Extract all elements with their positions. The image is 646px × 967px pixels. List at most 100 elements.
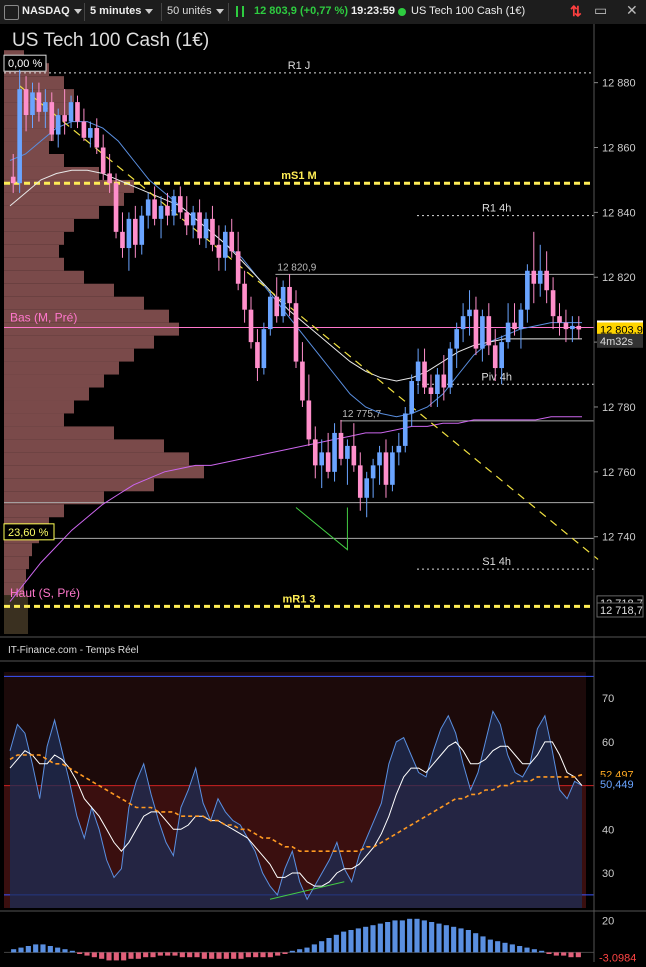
units-select[interactable]: 50 unités [167,5,224,17]
histogram-bar [143,952,149,958]
histogram-bar [33,944,39,953]
histogram-bar [47,946,53,953]
histogram-bar [399,920,405,953]
histogram-bar [187,952,193,958]
candle-body [43,102,48,112]
histogram-bar [451,926,457,953]
candle-body [460,316,466,330]
histogram-bar [179,952,185,958]
candle-body [525,270,530,310]
candle-body [415,361,421,382]
histogram-bar [128,952,134,959]
candle-body [454,329,459,349]
price-tick-label: 12 840 [602,207,636,219]
histogram-bar [561,952,567,956]
timeframe-select[interactable]: 5 minutes [90,5,154,17]
histogram-bar [392,920,398,953]
candle-body [486,316,492,346]
pivot-level-label: Piv 4h [481,371,512,383]
candle-body [133,218,138,245]
volume-profile-bar [4,322,179,336]
candle-body [570,325,575,330]
pivot-level-label: S1 4h [482,556,511,568]
candle-body [152,199,157,219]
market-label: NASDAQ [22,5,70,17]
histogram-bar [260,952,266,958]
candle-body [255,342,260,369]
histogram-bar [517,946,523,953]
pivot-level-label: R1 J [288,60,311,72]
watermark: IT-Finance.com - Temps Réel [8,645,138,656]
quote-time: 19:23:59 [351,5,396,17]
close-icon[interactable]: ✕ [626,2,638,19]
candle-body [550,290,556,317]
candle-body [55,115,61,135]
histogram-bar [304,947,310,953]
candle-body [351,445,357,466]
candle-body [325,452,331,472]
price-tag-label: 12 718,7 [600,605,643,617]
last-price: 12 803,9 [254,5,297,17]
histogram-bar [62,949,68,953]
histogram-bar [487,939,493,953]
candle-body [383,452,389,485]
volume-profile-bar [4,128,54,142]
timeframe-label: 5 minutes [90,5,142,17]
histogram-bar [91,952,97,958]
price-tick-label: 12 780 [602,402,636,414]
candle-body [229,231,235,252]
oscillator-tick-label: 60 [602,737,614,749]
support-line-label: 12 820,9 [277,262,316,273]
candle-body [30,92,35,116]
minimize-icon[interactable]: ▭ [594,2,607,19]
candle-body [242,283,247,310]
histogram-bar [267,952,273,958]
volume-profile-bar [4,569,26,583]
candle-body [197,212,202,239]
histogram-bar [473,933,479,953]
candle-body [409,381,414,414]
pivot-level-label: mR1 3 [282,593,315,605]
histogram-bar [40,944,46,953]
price-tick-label: 12 860 [602,143,636,155]
histogram-bar [333,934,339,953]
histogram-bar [69,950,75,953]
candle-body [216,244,222,258]
candle-body [222,231,228,258]
candle-body [467,309,472,317]
histogram-bar [421,920,427,953]
histogram-bar [135,952,141,959]
volume-profile-bar [4,335,154,349]
histogram-bar [25,946,31,953]
profile-low-label: Bas (M, Pré) [10,311,77,325]
candle-body [203,218,209,239]
histogram-bar [209,952,215,959]
candle-body [267,296,273,330]
candle-body [435,374,440,394]
histogram-bar [414,918,420,953]
separator [161,3,162,21]
histogram-tick-label: 20 [602,915,614,927]
oscillator-tick-label: 40 [602,824,614,836]
candle-body [319,452,325,466]
candle-body [81,121,87,138]
histogram-bar [531,949,537,953]
histogram-bar [326,938,332,953]
price-chart[interactable]: 12 820,9 12 775,7 R1 J mS1 M R1 4h Piv 4h S1 4… [0,24,646,965]
market-select[interactable]: NASDAQ [22,5,82,17]
histogram-bar [231,952,237,959]
candle-body [518,309,524,330]
volume-profile-bar [4,556,29,570]
candle-body [441,374,447,388]
volume-profile-bar [4,478,154,492]
volume-profile-bar [4,543,32,557]
link-icon[interactable]: ⇅ [570,3,582,20]
candle-body [68,102,74,122]
grid-icon[interactable] [4,5,19,20]
volume-profile-bar [4,400,74,414]
candle-body [75,102,80,122]
histogram-bar [480,936,486,953]
candle-body [17,89,22,184]
oscillator-tag-label: 50,449 [600,779,634,791]
candle-body [158,205,164,219]
